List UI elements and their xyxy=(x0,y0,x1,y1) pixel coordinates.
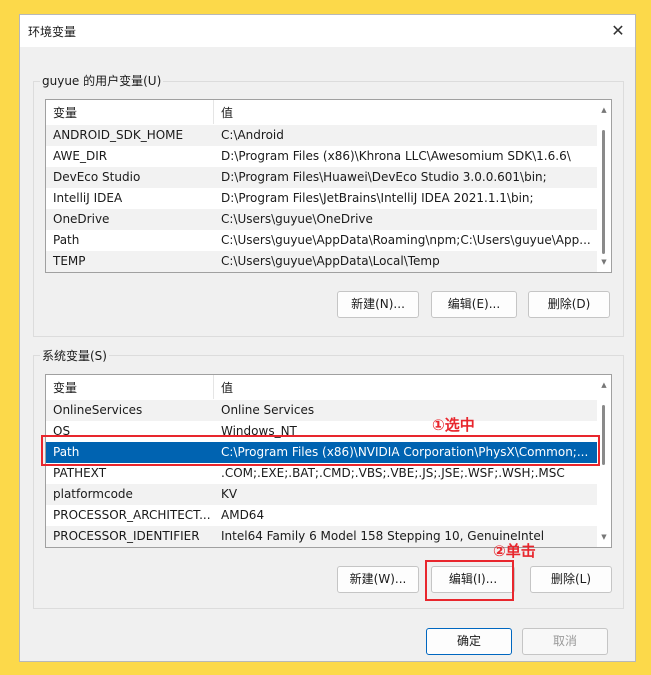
variable-value-cell: D:\Program Files (x86)\Khrona LLC\Awesom… xyxy=(221,149,571,163)
scrollbar-thumb[interactable] xyxy=(602,130,605,254)
variable-name-cell: OnlineServices xyxy=(53,403,143,417)
user-vars-scrollbar[interactable]: ▲ ▼ xyxy=(597,100,611,272)
variable-value-cell: AMD64 xyxy=(221,508,265,522)
column-header-variable[interactable]: 变量 xyxy=(53,104,77,121)
table-row[interactable]: AWE_DIR D:\Program Files (x86)\Khrona LLC… xyxy=(46,146,597,167)
variable-value-cell: .COM;.EXE;.BAT;.CMD;.VBS;.VBE;.JS;.JSE;.… xyxy=(221,466,565,480)
variable-name-cell: Path xyxy=(53,233,80,247)
user-new-button[interactable]: 新建(N)... xyxy=(337,291,419,318)
variable-name-cell: OneDrive xyxy=(53,212,110,226)
column-header-value[interactable]: 值 xyxy=(221,104,233,121)
user-delete-button[interactable]: 删除(D) xyxy=(528,291,610,318)
ok-button[interactable]: 确定 xyxy=(426,628,512,655)
column-separator[interactable] xyxy=(213,375,214,399)
variable-value-cell: C:\Android xyxy=(221,128,284,142)
table-row[interactable]: Path C:\Users\guyue\AppData\Roaming\npm;C… xyxy=(46,230,597,251)
variable-name-cell: PATHEXT xyxy=(53,466,107,480)
user-vars-label: guyue 的用户变量(U) xyxy=(40,72,164,89)
title-bar: 环境变量 ✕ xyxy=(20,15,635,47)
user-vars-header: 变量 值 xyxy=(46,100,597,124)
variable-value-cell: C:\Users\guyue\AppData\Roaming\npm;C:\Us… xyxy=(221,233,591,247)
variable-name-cell: AWE_DIR xyxy=(53,149,108,163)
table-row[interactable]: TEMP C:\Users\guyue\AppData\Local\Temp xyxy=(46,251,597,272)
annotation-click: ②单击 xyxy=(493,542,536,560)
table-row[interactable]: IntelliJ IDEA D:\Program Files\JetBrains\… xyxy=(46,188,597,209)
variable-name-cell: PROCESSOR_IDENTIFIER xyxy=(53,529,200,543)
column-header-variable[interactable]: 变量 xyxy=(53,379,77,396)
variable-value-cell: C:\Users\guyue\AppData\Local\Temp xyxy=(221,254,440,268)
table-row[interactable]: platformcode KV xyxy=(46,484,597,505)
variable-value-cell: D:\Program Files\JetBrains\IntelliJ IDEA… xyxy=(221,191,534,205)
dialog-title: 环境变量 xyxy=(28,25,77,39)
environment-variables-dialog: 环境变量 ✕ guyue 的用户变量(U) 变量 值 ANDROID_SDK_H… xyxy=(19,14,636,662)
variable-name-cell: ANDROID_SDK_HOME xyxy=(53,128,184,142)
variable-name-cell: DevEco Studio xyxy=(53,170,141,184)
variable-value-cell: Online Services xyxy=(221,403,315,417)
annotation-select: ①选中 xyxy=(432,416,475,434)
scroll-down-icon[interactable]: ▼ xyxy=(600,258,608,266)
column-header-value[interactable]: 值 xyxy=(221,379,233,396)
system-new-button[interactable]: 新建(W)... xyxy=(337,566,419,593)
edit-button-highlight-box xyxy=(425,560,514,601)
table-row[interactable]: ANDROID_SDK_HOME C:\Android xyxy=(46,125,597,146)
scroll-up-icon[interactable]: ▲ xyxy=(600,106,608,114)
system-delete-button[interactable]: 删除(L) xyxy=(530,566,612,593)
user-vars-list[interactable]: 变量 值 ANDROID_SDK_HOME C:\Android AWE_DIR D:… xyxy=(45,99,612,273)
scroll-up-icon[interactable]: ▲ xyxy=(600,381,608,389)
table-row[interactable]: PROCESSOR_ARCHITECT... AMD64 xyxy=(46,505,597,526)
column-separator[interactable] xyxy=(213,100,214,124)
table-row[interactable]: DevEco Studio D:\Program Files\Huawei\Dev… xyxy=(46,167,597,188)
variable-value-cell: D:\Program Files\Huawei\DevEco Studio 3.… xyxy=(221,170,547,184)
scroll-down-icon[interactable]: ▼ xyxy=(600,533,608,541)
variable-value-cell: KV xyxy=(221,487,238,501)
variable-name-cell: platformcode xyxy=(53,487,133,501)
variable-name-cell: IntelliJ IDEA xyxy=(53,191,123,205)
selected-row-highlight-box xyxy=(41,435,600,466)
system-vars-label: 系统变量(S) xyxy=(40,347,109,364)
scrollbar-thumb[interactable] xyxy=(602,405,605,465)
variable-value-cell: C:\Users\guyue\OneDrive xyxy=(221,212,373,226)
system-vars-header: 变量 值 xyxy=(46,375,597,399)
close-icon[interactable]: ✕ xyxy=(607,21,629,41)
cancel-button[interactable]: 取消 xyxy=(522,628,608,655)
table-row[interactable]: OnlineServices Online Services xyxy=(46,400,597,421)
variable-name-cell: PROCESSOR_ARCHITECT... xyxy=(53,508,211,522)
table-row[interactable]: PATHEXT .COM;.EXE;.BAT;.CMD;.VBS;.VBE;.JS… xyxy=(46,463,597,484)
variable-name-cell: TEMP xyxy=(53,254,86,268)
table-row[interactable]: OneDrive C:\Users\guyue\OneDrive xyxy=(46,209,597,230)
user-edit-button[interactable]: 编辑(E)... xyxy=(431,291,517,318)
